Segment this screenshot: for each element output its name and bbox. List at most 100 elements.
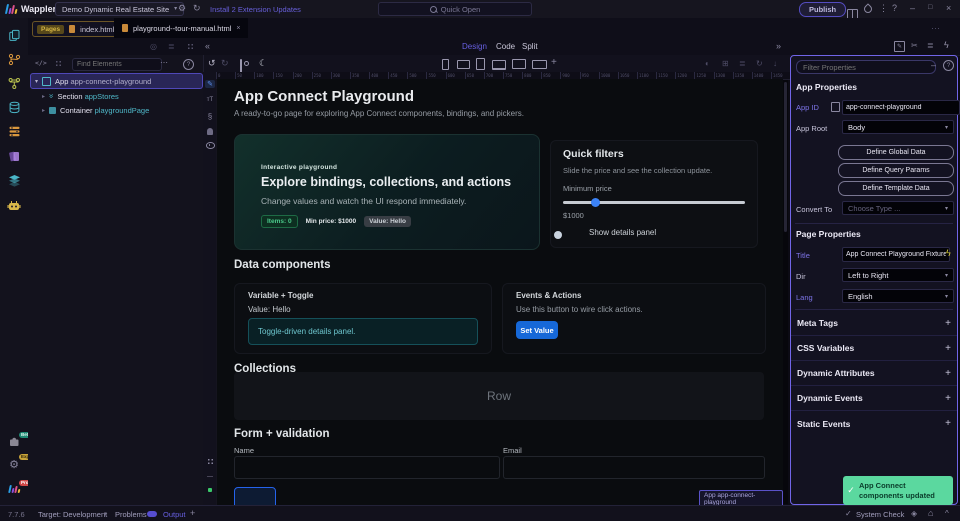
update-icon[interactable]: ↻ bbox=[193, 4, 201, 13]
define-global-data-button[interactable]: Define Global Data bbox=[838, 145, 954, 160]
ai-assistant-icon[interactable] bbox=[7, 198, 21, 212]
wappler-pro-icon[interactable]: Pro bbox=[7, 480, 31, 496]
filter-properties-input[interactable] bbox=[796, 60, 936, 74]
collapse-panel-icon[interactable]: « bbox=[205, 42, 210, 51]
database-icon[interactable] bbox=[7, 100, 21, 114]
plus-icon[interactable]: + bbox=[945, 318, 951, 329]
kebab-menu-icon[interactable]: ⋮ bbox=[879, 4, 888, 13]
section-tool-icon[interactable]: § bbox=[205, 112, 215, 121]
app-root-select[interactable]: Body ▾ bbox=[842, 120, 954, 134]
code-icon[interactable]: </> bbox=[35, 59, 47, 67]
list-view-icon[interactable]: ≣ bbox=[168, 42, 175, 51]
gem-icon[interactable]: ◈ bbox=[911, 510, 917, 518]
app-id-input[interactable] bbox=[842, 100, 960, 115]
git-icon[interactable] bbox=[7, 52, 21, 66]
dir-select[interactable]: Left to Right ▾ bbox=[842, 268, 954, 282]
tab-playground-active[interactable]: playground--tour-manual.html × bbox=[114, 18, 249, 38]
tree-more-icon[interactable]: ⋯ bbox=[160, 59, 168, 67]
edit-panel-icon[interactable]: ✎ bbox=[894, 41, 905, 52]
workflows-icon[interactable] bbox=[7, 76, 21, 90]
ghost-tool-icon[interactable] bbox=[205, 128, 215, 135]
grid-view-icon[interactable] bbox=[187, 43, 194, 50]
close-window-icon[interactable]: × bbox=[946, 3, 951, 13]
lang-select[interactable]: English ▾ bbox=[842, 289, 954, 303]
device-laptop-icon[interactable] bbox=[492, 60, 506, 70]
pages-badge[interactable]: Pages bbox=[37, 24, 65, 34]
caret-down-icon[interactable]: ▾ bbox=[35, 78, 38, 85]
outline-list-icon[interactable]: ≣ bbox=[739, 59, 746, 68]
row-placeholder[interactable]: Row bbox=[234, 372, 764, 420]
convert-to-select[interactable]: Choose Type ... ▾ bbox=[842, 201, 954, 215]
download-icon[interactable]: ↓ bbox=[773, 59, 777, 68]
quick-open-search[interactable]: Quick Open bbox=[378, 2, 532, 16]
grid-dots-icon[interactable] bbox=[205, 458, 215, 465]
experimental-gear-icon[interactable]: ⚙ bbox=[7, 458, 21, 472]
scissors-icon[interactable]: ✂ bbox=[911, 42, 918, 50]
define-template-data-button[interactable]: Define Template Data bbox=[838, 181, 954, 196]
notification-toast[interactable]: ✓ App Connect components updated bbox=[843, 476, 953, 505]
responsive-move-icon[interactable]: + bbox=[551, 57, 557, 68]
plus-icon[interactable]: + bbox=[945, 393, 951, 404]
tab-close-icon[interactable]: × bbox=[236, 25, 240, 32]
group-css-variables[interactable]: CSS Variables + bbox=[791, 336, 957, 361]
redo-icon[interactable]: ↻ bbox=[221, 59, 229, 68]
eye-tool-icon[interactable] bbox=[205, 142, 215, 149]
find-elements-input[interactable] bbox=[72, 58, 162, 71]
plus-icon[interactable]: + bbox=[945, 368, 951, 379]
group-dynamic-events[interactable]: Dynamic Events + bbox=[791, 386, 957, 411]
dark-mode-moon-icon[interactable]: ☾ bbox=[259, 58, 267, 69]
tab-design[interactable]: Design bbox=[462, 42, 487, 51]
tree-item-app[interactable]: ▾ App app-connect-playground bbox=[30, 73, 203, 89]
plus-icon[interactable]: + bbox=[945, 343, 951, 354]
device-widescreen-icon[interactable] bbox=[532, 60, 547, 69]
system-check-label[interactable]: System Check bbox=[856, 510, 904, 519]
publish-button[interactable]: Publish bbox=[799, 2, 847, 17]
name-field[interactable] bbox=[234, 456, 500, 479]
tree-item-section[interactable]: ▸ » Section appStores bbox=[30, 89, 213, 103]
project-selector[interactable]: Demo Dynamic Real Estate Site ▾ bbox=[55, 2, 185, 16]
extension-updates-link[interactable]: Install 2 Extension Updates bbox=[210, 5, 301, 14]
price-slider[interactable] bbox=[563, 197, 745, 207]
design-canvas[interactable]: App Connect Playground A ready-to-go pag… bbox=[216, 79, 783, 505]
undo-icon[interactable]: ↺ bbox=[208, 59, 216, 68]
slider-thumb[interactable] bbox=[591, 197, 600, 207]
set-value-button[interactable]: Set Value bbox=[516, 321, 558, 339]
caret-right-icon[interactable]: ▸ bbox=[42, 107, 45, 114]
tab-split[interactable]: Split bbox=[522, 42, 538, 51]
panel-minimize-icon[interactable]: – bbox=[931, 61, 936, 70]
design-panel-icon[interactable] bbox=[7, 149, 21, 163]
layers-icon[interactable] bbox=[7, 173, 21, 187]
target-selector[interactable]: Target: Development bbox=[38, 510, 107, 519]
minimize-icon[interactable]: – bbox=[910, 4, 915, 13]
layers-panel-icon[interactable]: ≣ bbox=[927, 42, 934, 50]
binding-picker-icon[interactable] bbox=[831, 102, 840, 112]
contrast-icon[interactable]: ◐ bbox=[705, 59, 710, 68]
device-phone-icon[interactable] bbox=[442, 59, 449, 70]
tab-code[interactable]: Code bbox=[496, 42, 515, 51]
selected-element-tag[interactable]: App app-connect-playground bbox=[699, 490, 783, 505]
tree-item-container[interactable]: ▸ Container playgroundPage bbox=[30, 103, 213, 117]
define-query-params-button[interactable]: Define Query Params bbox=[838, 163, 954, 178]
tab-index[interactable]: index.html bbox=[80, 25, 114, 34]
panel-help-icon[interactable]: ? bbox=[943, 60, 954, 71]
email-field[interactable] bbox=[503, 456, 765, 479]
tabbar-more-icon[interactable]: ⋯ bbox=[931, 24, 940, 33]
home-icon[interactable]: ⌂ bbox=[928, 509, 933, 518]
group-meta-tags[interactable]: Meta Tags + bbox=[791, 311, 957, 336]
expand-statusbar-icon[interactable]: ^ bbox=[945, 510, 949, 518]
expand-panel-icon[interactable]: » bbox=[776, 42, 781, 51]
maximize-icon[interactable]: □ bbox=[928, 4, 932, 11]
record-icon[interactable]: ◎ bbox=[150, 42, 157, 51]
plus-icon[interactable]: + bbox=[945, 418, 951, 429]
tree-help-icon[interactable]: ? bbox=[183, 59, 194, 70]
extensions-icon[interactable]: Beta bbox=[7, 432, 33, 448]
refresh-icon[interactable]: ↻ bbox=[756, 59, 763, 68]
device-desktop-icon[interactable] bbox=[512, 59, 526, 69]
canvas-scrollbar[interactable] bbox=[783, 80, 788, 504]
dynamic-binding-lightning-icon[interactable]: ϟ bbox=[946, 248, 951, 258]
caret-right-icon[interactable]: ▸ bbox=[42, 93, 45, 100]
lightning-icon[interactable]: ϟ bbox=[944, 41, 949, 50]
text-tool-icon[interactable]: тT bbox=[205, 97, 215, 103]
submit-button-clipped[interactable] bbox=[234, 487, 276, 505]
settings-gear-icon[interactable]: ⚙ bbox=[178, 4, 186, 13]
